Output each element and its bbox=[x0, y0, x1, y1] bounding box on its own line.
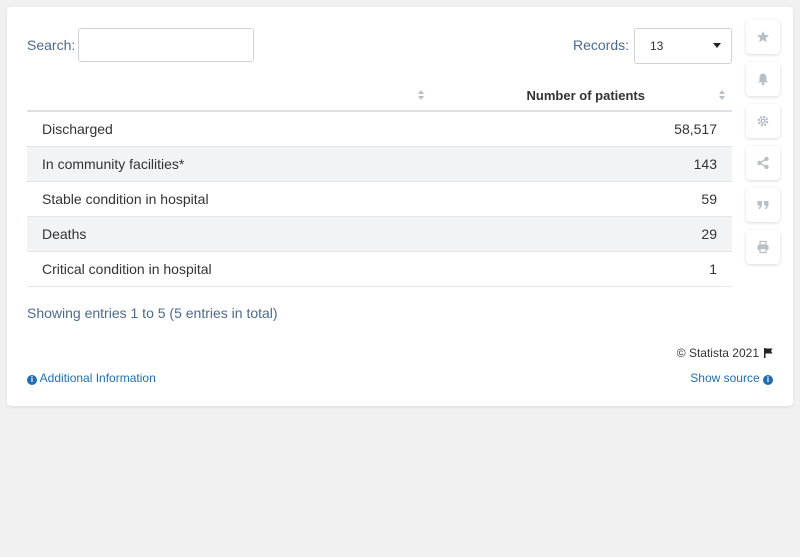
table-row: Stable condition in hospital 59 bbox=[27, 182, 732, 217]
records-value: 13 bbox=[650, 39, 664, 53]
entries-info: Showing entries 1 to 5 (5 entries in tot… bbox=[27, 305, 278, 321]
column-header-patients[interactable]: Number of patients bbox=[527, 88, 645, 103]
additional-information-link[interactable]: i Additional Information bbox=[27, 371, 156, 385]
share-button[interactable] bbox=[746, 146, 780, 180]
row-value: 1 bbox=[709, 261, 717, 277]
bell-icon bbox=[758, 73, 768, 86]
settings-button[interactable] bbox=[746, 104, 780, 138]
row-value: 58,517 bbox=[674, 121, 717, 137]
table-row: Critical condition in hospital 1 bbox=[27, 252, 732, 287]
notification-button[interactable] bbox=[746, 62, 780, 96]
table-row: Deaths 29 bbox=[27, 217, 732, 252]
records-label: Records: bbox=[573, 37, 630, 53]
print-icon bbox=[757, 240, 769, 254]
share-icon bbox=[757, 156, 769, 170]
table-row: Discharged 58,517 bbox=[27, 112, 732, 147]
row-label: Critical condition in hospital bbox=[42, 261, 212, 277]
row-value: 59 bbox=[701, 191, 717, 207]
show-source-label: Show source bbox=[690, 371, 760, 385]
sort-icon[interactable] bbox=[719, 89, 727, 103]
star-icon bbox=[757, 31, 769, 43]
data-table: Number of patients Discharged 58,517 In … bbox=[27, 79, 732, 287]
print-button[interactable] bbox=[746, 230, 780, 264]
records-select[interactable]: 13 bbox=[634, 28, 732, 64]
row-label: Discharged bbox=[42, 121, 113, 137]
cite-button[interactable] bbox=[746, 188, 780, 222]
info-icon: i bbox=[763, 375, 773, 385]
search-label: Search: bbox=[27, 37, 76, 53]
row-value: 143 bbox=[693, 156, 717, 172]
search-input[interactable] bbox=[78, 28, 254, 62]
info-icon: i bbox=[27, 375, 37, 385]
table-header: Number of patients bbox=[27, 79, 732, 112]
row-label: In community facilities* bbox=[42, 156, 185, 172]
row-label: Stable condition in hospital bbox=[42, 191, 209, 207]
copyright[interactable]: © Statista 2021 bbox=[677, 346, 773, 360]
sort-icon[interactable] bbox=[418, 89, 426, 103]
copyright-text: © Statista 2021 bbox=[676, 346, 759, 360]
additional-information-label: Additional Information bbox=[39, 371, 156, 385]
favorite-button[interactable] bbox=[746, 20, 780, 54]
statista-card: Search: Records: 13 Number of patients D… bbox=[7, 7, 793, 406]
gear-icon bbox=[757, 115, 769, 127]
table-row: In community facilities* 143 bbox=[27, 147, 732, 182]
row-label: Deaths bbox=[42, 226, 87, 242]
caret-down-icon bbox=[713, 43, 721, 48]
quote-icon bbox=[757, 201, 769, 209]
show-source-link[interactable]: Show source i bbox=[690, 371, 773, 385]
row-value: 29 bbox=[701, 226, 717, 242]
flag-icon bbox=[764, 348, 773, 358]
